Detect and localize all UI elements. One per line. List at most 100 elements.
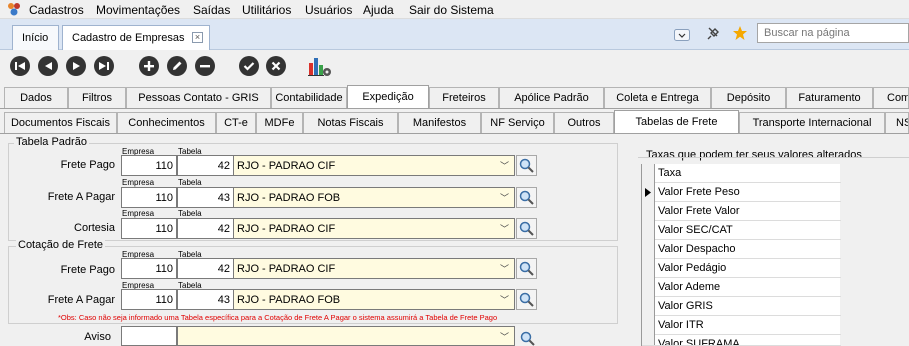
search-icon (519, 292, 534, 307)
tab-filtros[interactable]: Filtros (68, 87, 126, 108)
tab-list-dropdown-icon[interactable] (674, 29, 690, 41)
cortesia-lookup-button[interactable] (516, 218, 537, 239)
chevron-down-icon[interactable]: ﹀ (500, 222, 509, 235)
subtab-tabelas-de-frete[interactable]: Tabelas de Frete (614, 110, 739, 133)
tab-com[interactable]: Com (873, 87, 909, 108)
cotacao-frete-pago-descricao-combo[interactable]: RJO - PADRAO CIF ﹀ (233, 258, 515, 279)
cortesia-tabela-field[interactable]: 42 (177, 218, 234, 239)
subtab-outros[interactable]: Outros (554, 112, 614, 133)
doc-tab-cadastro-empresas[interactable]: Cadastro de Empresas × (62, 25, 210, 50)
frete-a-pagar-label: Frete A Pagar (47, 191, 115, 203)
taxa-cell: Valor Pedágio (658, 262, 727, 274)
taxa-cell: Valor Ademe (658, 281, 721, 293)
cotacao-frete-a-pagar-tabela-field[interactable]: 43 (177, 289, 234, 310)
frete-a-pagar-tabela-field[interactable]: 43 (177, 187, 234, 208)
add-icon[interactable] (139, 56, 159, 76)
tab-dados[interactable]: Dados (4, 87, 68, 108)
previous-record-icon[interactable] (38, 56, 58, 76)
frete-a-pagar-descricao-combo[interactable]: RJO - PADRAO FOB ﹀ (233, 187, 515, 208)
aviso-combo[interactable]: ﹀ (177, 326, 515, 346)
taxa-cell: Valor GRIS (658, 300, 713, 312)
main-tabs: Dados Filtros Pessoas Contato - GRIS Con… (0, 85, 909, 109)
tab-coleta-entrega[interactable]: Coleta e Entrega (604, 87, 711, 108)
table-row[interactable]: Valor Frete Valor (642, 202, 841, 221)
close-tab-icon[interactable]: × (192, 32, 203, 43)
table-row[interactable]: Valor GRIS (642, 297, 841, 316)
table-row[interactable]: Valor Ademe (642, 278, 841, 297)
first-record-icon[interactable] (10, 56, 30, 76)
cortesia-empresa-field[interactable]: 110 (121, 218, 177, 239)
tab-deposito[interactable]: Depósito (711, 87, 786, 108)
subtab-nf-servico[interactable]: NF Serviço (481, 112, 554, 133)
taxa-column-header[interactable]: Taxa (658, 167, 681, 179)
frete-pago-empresa-field[interactable]: 110 (121, 155, 177, 176)
menu-sair[interactable]: Sair do Sistema (409, 3, 494, 17)
next-record-icon[interactable] (66, 56, 86, 76)
subtab-mdfe[interactable]: MDFe (256, 112, 303, 133)
tab-faturamento[interactable]: Faturamento (786, 87, 873, 108)
taxa-cell: Valor Despacho (658, 243, 736, 255)
subtab-cte[interactable]: CT-e (216, 112, 256, 133)
cotacao-frete-pago-lookup-button[interactable] (516, 258, 537, 279)
chevron-down-icon[interactable]: ﹀ (500, 330, 509, 343)
menu-utilitarios[interactable]: Utilitários (242, 3, 291, 17)
menu-saidas[interactable]: Saídas (193, 3, 230, 17)
aviso-codigo-field[interactable] (121, 326, 177, 346)
frete-a-pagar-empresa-field[interactable]: 110 (121, 187, 177, 208)
row-marker (642, 183, 655, 202)
tab-contabilidade[interactable]: Contabilidade (271, 87, 347, 108)
frete-pago-descricao-combo[interactable]: RJO - PADRAO CIF ﹀ (233, 155, 515, 176)
aviso-search-icon[interactable] (518, 329, 537, 346)
last-record-icon[interactable] (94, 56, 114, 76)
menu-movimentacoes[interactable]: Movimentações (96, 3, 180, 17)
table-row[interactable]: Valor Pedágio (642, 259, 841, 278)
confirm-icon[interactable] (239, 56, 259, 76)
table-row[interactable]: Valor ITR (642, 316, 841, 335)
frete-pago-lookup-button[interactable] (516, 155, 537, 176)
edit-icon[interactable] (167, 56, 187, 76)
cotacao-frete-a-pagar-empresa-field[interactable]: 110 (121, 289, 177, 310)
cotacao-frete-pago-tabela-field[interactable]: 42 (177, 258, 234, 279)
subtab-manifestos[interactable]: Manifestos (398, 112, 481, 133)
tab-apolice-padrao[interactable]: Apólice Padrão (499, 87, 604, 108)
tabela-padrao-title: Tabela Padrão (14, 136, 89, 148)
menu-usuarios[interactable]: Usuários (305, 3, 352, 17)
tab-expedicao[interactable]: Expedição (347, 85, 429, 108)
table-row[interactable]: Valor SEC/CAT (642, 221, 841, 240)
document-tab-strip: Início Cadastro de Empresas × Buscar na … (0, 19, 909, 50)
cotacao-frete-a-pagar-lookup-button[interactable] (516, 289, 537, 310)
cortesia-label: Cortesia (74, 222, 115, 234)
search-input[interactable]: Buscar na página (757, 23, 909, 43)
tab-freteiros[interactable]: Freteiros (429, 87, 499, 108)
remove-icon[interactable] (195, 56, 215, 76)
menu-ajuda[interactable]: Ajuda (363, 3, 394, 17)
chevron-down-icon[interactable]: ﹀ (500, 191, 509, 204)
subtab-documentos-fiscais[interactable]: Documentos Fiscais (4, 112, 117, 133)
frete-pago-tabela-field[interactable]: 42 (177, 155, 234, 176)
tabela-caption: Tabela (178, 178, 202, 187)
cotacao-frete-pago-empresa-field[interactable]: 110 (121, 258, 177, 279)
taxa-cell: Valor Frete Valor (658, 205, 740, 217)
cotacao-frete-a-pagar-descricao-combo[interactable]: RJO - PADRAO FOB ﹀ (233, 289, 515, 310)
subtab-conhecimentos[interactable]: Conhecimentos (117, 112, 216, 133)
cancel-icon[interactable] (266, 56, 286, 76)
frete-a-pagar-lookup-button[interactable] (516, 187, 537, 208)
favorite-star-icon[interactable] (732, 25, 748, 41)
subtab-transporte-internacional[interactable]: Transporte Internacional (739, 112, 885, 133)
table-row[interactable]: Valor SUFRAMA (642, 335, 841, 346)
chevron-down-icon[interactable]: ﹀ (500, 159, 509, 172)
chevron-down-icon[interactable]: ﹀ (500, 293, 509, 306)
tab-pessoas-contato-gris[interactable]: Pessoas Contato - GRIS (126, 87, 271, 108)
row-marker (642, 221, 655, 240)
table-row[interactable]: Valor Frete Peso (642, 183, 841, 202)
menu-cadastros[interactable]: Cadastros (29, 3, 84, 17)
chevron-down-icon[interactable]: ﹀ (500, 262, 509, 275)
report-config-icon[interactable] (307, 55, 333, 79)
taxa-cell: Valor SEC/CAT (658, 224, 733, 236)
cortesia-descricao-combo[interactable]: RJO - PADRAO CIF ﹀ (233, 218, 515, 239)
subtab-notas-fiscais[interactable]: Notas Fiscais (303, 112, 398, 133)
unpin-icon[interactable] (705, 26, 721, 42)
doc-tab-inicio[interactable]: Início (12, 25, 59, 50)
table-row[interactable]: Valor Despacho (642, 240, 841, 259)
subtab-ns[interactable]: NS (885, 112, 909, 133)
